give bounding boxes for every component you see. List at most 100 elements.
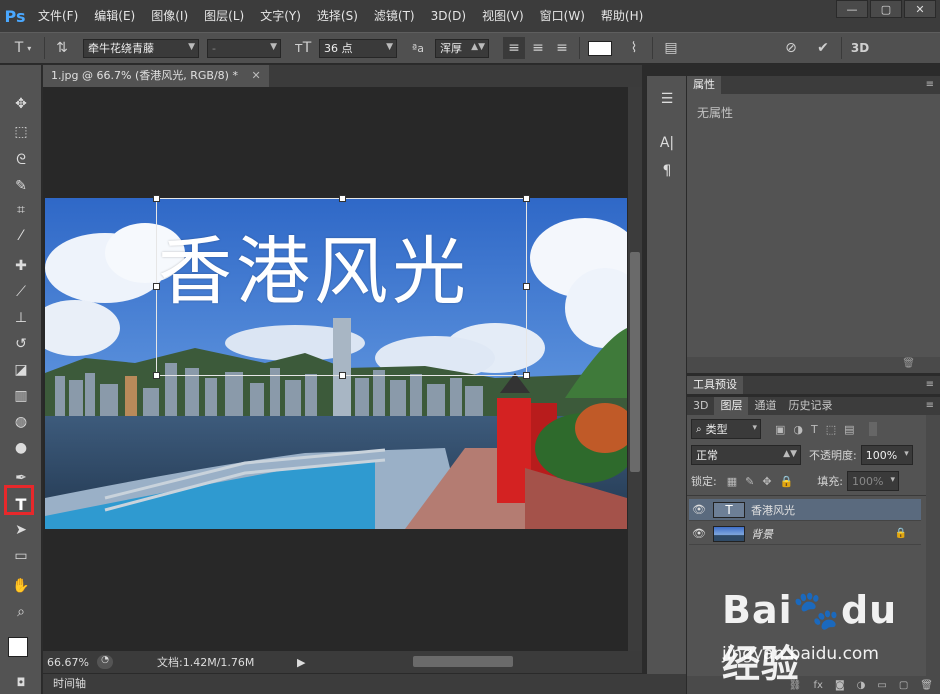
dodge-icon[interactable]: ●	[8, 437, 34, 459]
menu-filter[interactable]: 滤镜(T)	[366, 0, 423, 32]
filter-toggle-icon[interactable]	[868, 422, 877, 436]
menu-type[interactable]: 文字(Y)	[252, 0, 309, 32]
stamp-icon[interactable]: ⊥	[8, 307, 34, 329]
status-info-icon[interactable]: ◔	[97, 655, 113, 669]
tab-tool-presets[interactable]: 工具预设	[687, 376, 743, 394]
gradient-icon[interactable]: ▥	[8, 385, 34, 407]
menu-edit[interactable]: 编辑(E)	[86, 0, 143, 32]
tab-channels[interactable]: 通道	[748, 397, 782, 415]
menu-image[interactable]: 图像(I)	[143, 0, 196, 32]
commit-check-icon[interactable]: ✔	[811, 37, 835, 59]
resize-handle[interactable]	[523, 195, 530, 202]
tab-layers[interactable]: 图层	[714, 397, 749, 415]
layer-filter-icons[interactable]: ▣◑T⬚▤	[775, 423, 863, 436]
text-color-swatch[interactable]	[588, 40, 612, 56]
menu-select[interactable]: 选择(S)	[309, 0, 366, 32]
status-menu-arrow-icon[interactable]: ▶	[297, 656, 305, 669]
resize-handle[interactable]	[523, 372, 530, 379]
type-tool-preset-icon[interactable]: T ▾	[8, 37, 38, 59]
layer-row-background[interactable]: 👁 背景 🔒	[689, 523, 921, 545]
visibility-eye-icon[interactable]: 👁	[689, 503, 709, 516]
opacity-input[interactable]: 100% ▾	[860, 445, 913, 465]
toggle-orientation-icon[interactable]: ⇅	[51, 37, 73, 59]
menu-view[interactable]: 视图(V)	[474, 0, 532, 32]
fill-input[interactable]: 100% ▾	[846, 471, 899, 491]
quick-select-icon[interactable]: ✎	[8, 175, 34, 197]
brush-icon[interactable]: ⟋	[8, 281, 34, 303]
eyedropper-icon[interactable]: ⁄	[8, 225, 34, 247]
resize-handle[interactable]	[339, 195, 346, 202]
character-dock-icon[interactable]: A|	[655, 132, 679, 154]
blur-icon[interactable]: ◍	[8, 411, 34, 433]
filter-kind-value: 类型	[705, 423, 728, 436]
tool-presets-panel: 工具预设 ≡	[686, 376, 940, 394]
menu-window[interactable]: 窗口(W)	[532, 0, 593, 32]
panel-menu-icon[interactable]: ≡	[926, 379, 934, 390]
horizontal-scroll-thumb[interactable]	[413, 656, 513, 667]
move-icon[interactable]: ✥	[8, 93, 34, 115]
quick-mask-icon[interactable]: ◘	[8, 671, 34, 693]
marquee-icon[interactable]: ⬚	[8, 121, 34, 143]
3d-button[interactable]: 3D	[848, 37, 872, 59]
cancel-icon[interactable]: ⊘	[779, 37, 803, 59]
vertical-scrollbar[interactable]	[628, 87, 642, 651]
menu-layer[interactable]: 图层(L)	[196, 0, 252, 32]
align-left-icon[interactable]: ≡	[503, 37, 525, 59]
history-brush-icon[interactable]: ↺	[8, 333, 34, 355]
properties-dock-icon[interactable]: ☰	[655, 88, 679, 110]
font-family-select[interactable]: 牵牛花绕青藤 ▼	[83, 38, 199, 58]
layer-name[interactable]: 香港风光	[751, 502, 795, 518]
tools-panel: ✥ ⬚ ᘓ ✎ ⌗ ⁄ ✚ ⟋ ⊥ ↺ ◪ ▥ ◍ ● ✒ T ➤ ▭ ✋ ⌕ …	[0, 65, 42, 694]
tab-3d[interactable]: 3D	[687, 397, 714, 415]
canvas-title-text[interactable]: 香港风光	[158, 212, 526, 332]
foreground-color-swatch[interactable]	[8, 637, 28, 657]
scroll-thumb[interactable]	[630, 252, 640, 472]
paragraph-dock-icon[interactable]: ¶	[655, 160, 679, 182]
close-button[interactable]: ✕	[904, 0, 936, 18]
align-center-icon[interactable]: ≡	[527, 37, 549, 59]
blend-mode-value: 正常	[696, 449, 718, 462]
zoom-icon[interactable]: ⌕	[8, 601, 34, 623]
divider	[841, 37, 842, 59]
crop-icon[interactable]: ⌗	[8, 199, 34, 221]
path-select-icon[interactable]: ➤	[8, 519, 34, 541]
document-tab[interactable]: 1.jpg @ 66.7% (香港风光, RGB/8) * ✕	[43, 65, 269, 87]
minimize-button[interactable]: —	[836, 0, 868, 18]
antialias-value: 浑厚	[440, 42, 462, 55]
resize-handle[interactable]	[153, 195, 160, 202]
panel-dock: ☰ A| ¶	[646, 76, 686, 674]
trash-icon[interactable]: 🗑	[902, 358, 915, 369]
antialias-select[interactable]: 浑厚 ▲▼	[435, 38, 489, 58]
lock-icons[interactable]: ▦✎✥🔒	[727, 475, 802, 488]
font-style-select[interactable]: - ▼	[207, 38, 281, 58]
resize-handle[interactable]	[153, 372, 160, 379]
shape-icon[interactable]: ▭	[8, 545, 34, 567]
lasso-icon[interactable]: ᘓ	[8, 149, 34, 171]
character-panel-icon[interactable]: ▤	[659, 37, 683, 59]
warp-text-icon[interactable]: ⌇	[622, 37, 646, 59]
menu-help[interactable]: 帮助(H)	[593, 0, 651, 32]
tab-properties[interactable]: 属性	[687, 76, 721, 94]
close-tab-icon[interactable]: ✕	[251, 69, 260, 82]
hand-icon[interactable]: ✋	[8, 575, 34, 597]
layer-filter-kind-select[interactable]: ⌕ 类型 ▾	[691, 419, 761, 439]
blend-mode-select[interactable]: 正常 ▲▼	[691, 445, 801, 465]
panel-menu-icon[interactable]: ≡	[926, 400, 934, 411]
align-right-icon[interactable]: ≡	[551, 37, 573, 59]
healing-icon[interactable]: ✚	[8, 255, 34, 277]
chevron-down-icon: ▾	[890, 475, 895, 485]
maximize-button[interactable]: ▢	[870, 0, 902, 18]
tab-history[interactable]: 历史记录	[782, 397, 838, 415]
menu-3d[interactable]: 3D(D)	[423, 0, 474, 32]
font-size-select[interactable]: 36 点 ▼	[319, 38, 397, 58]
layer-row-text[interactable]: 👁 T 香港风光	[689, 499, 921, 521]
eraser-icon[interactable]: ◪	[8, 359, 34, 381]
visibility-eye-icon[interactable]: 👁	[689, 527, 709, 540]
panel-menu-icon[interactable]: ≡	[926, 79, 934, 90]
menu-file[interactable]: 文件(F)	[30, 0, 86, 32]
resize-handle[interactable]	[339, 372, 346, 379]
zoom-level[interactable]: 66.67%	[43, 656, 95, 669]
fill-label: 填充:	[817, 475, 843, 488]
layer-name[interactable]: 背景	[751, 526, 773, 542]
text-layer-thumbnail-icon: T	[713, 501, 745, 518]
